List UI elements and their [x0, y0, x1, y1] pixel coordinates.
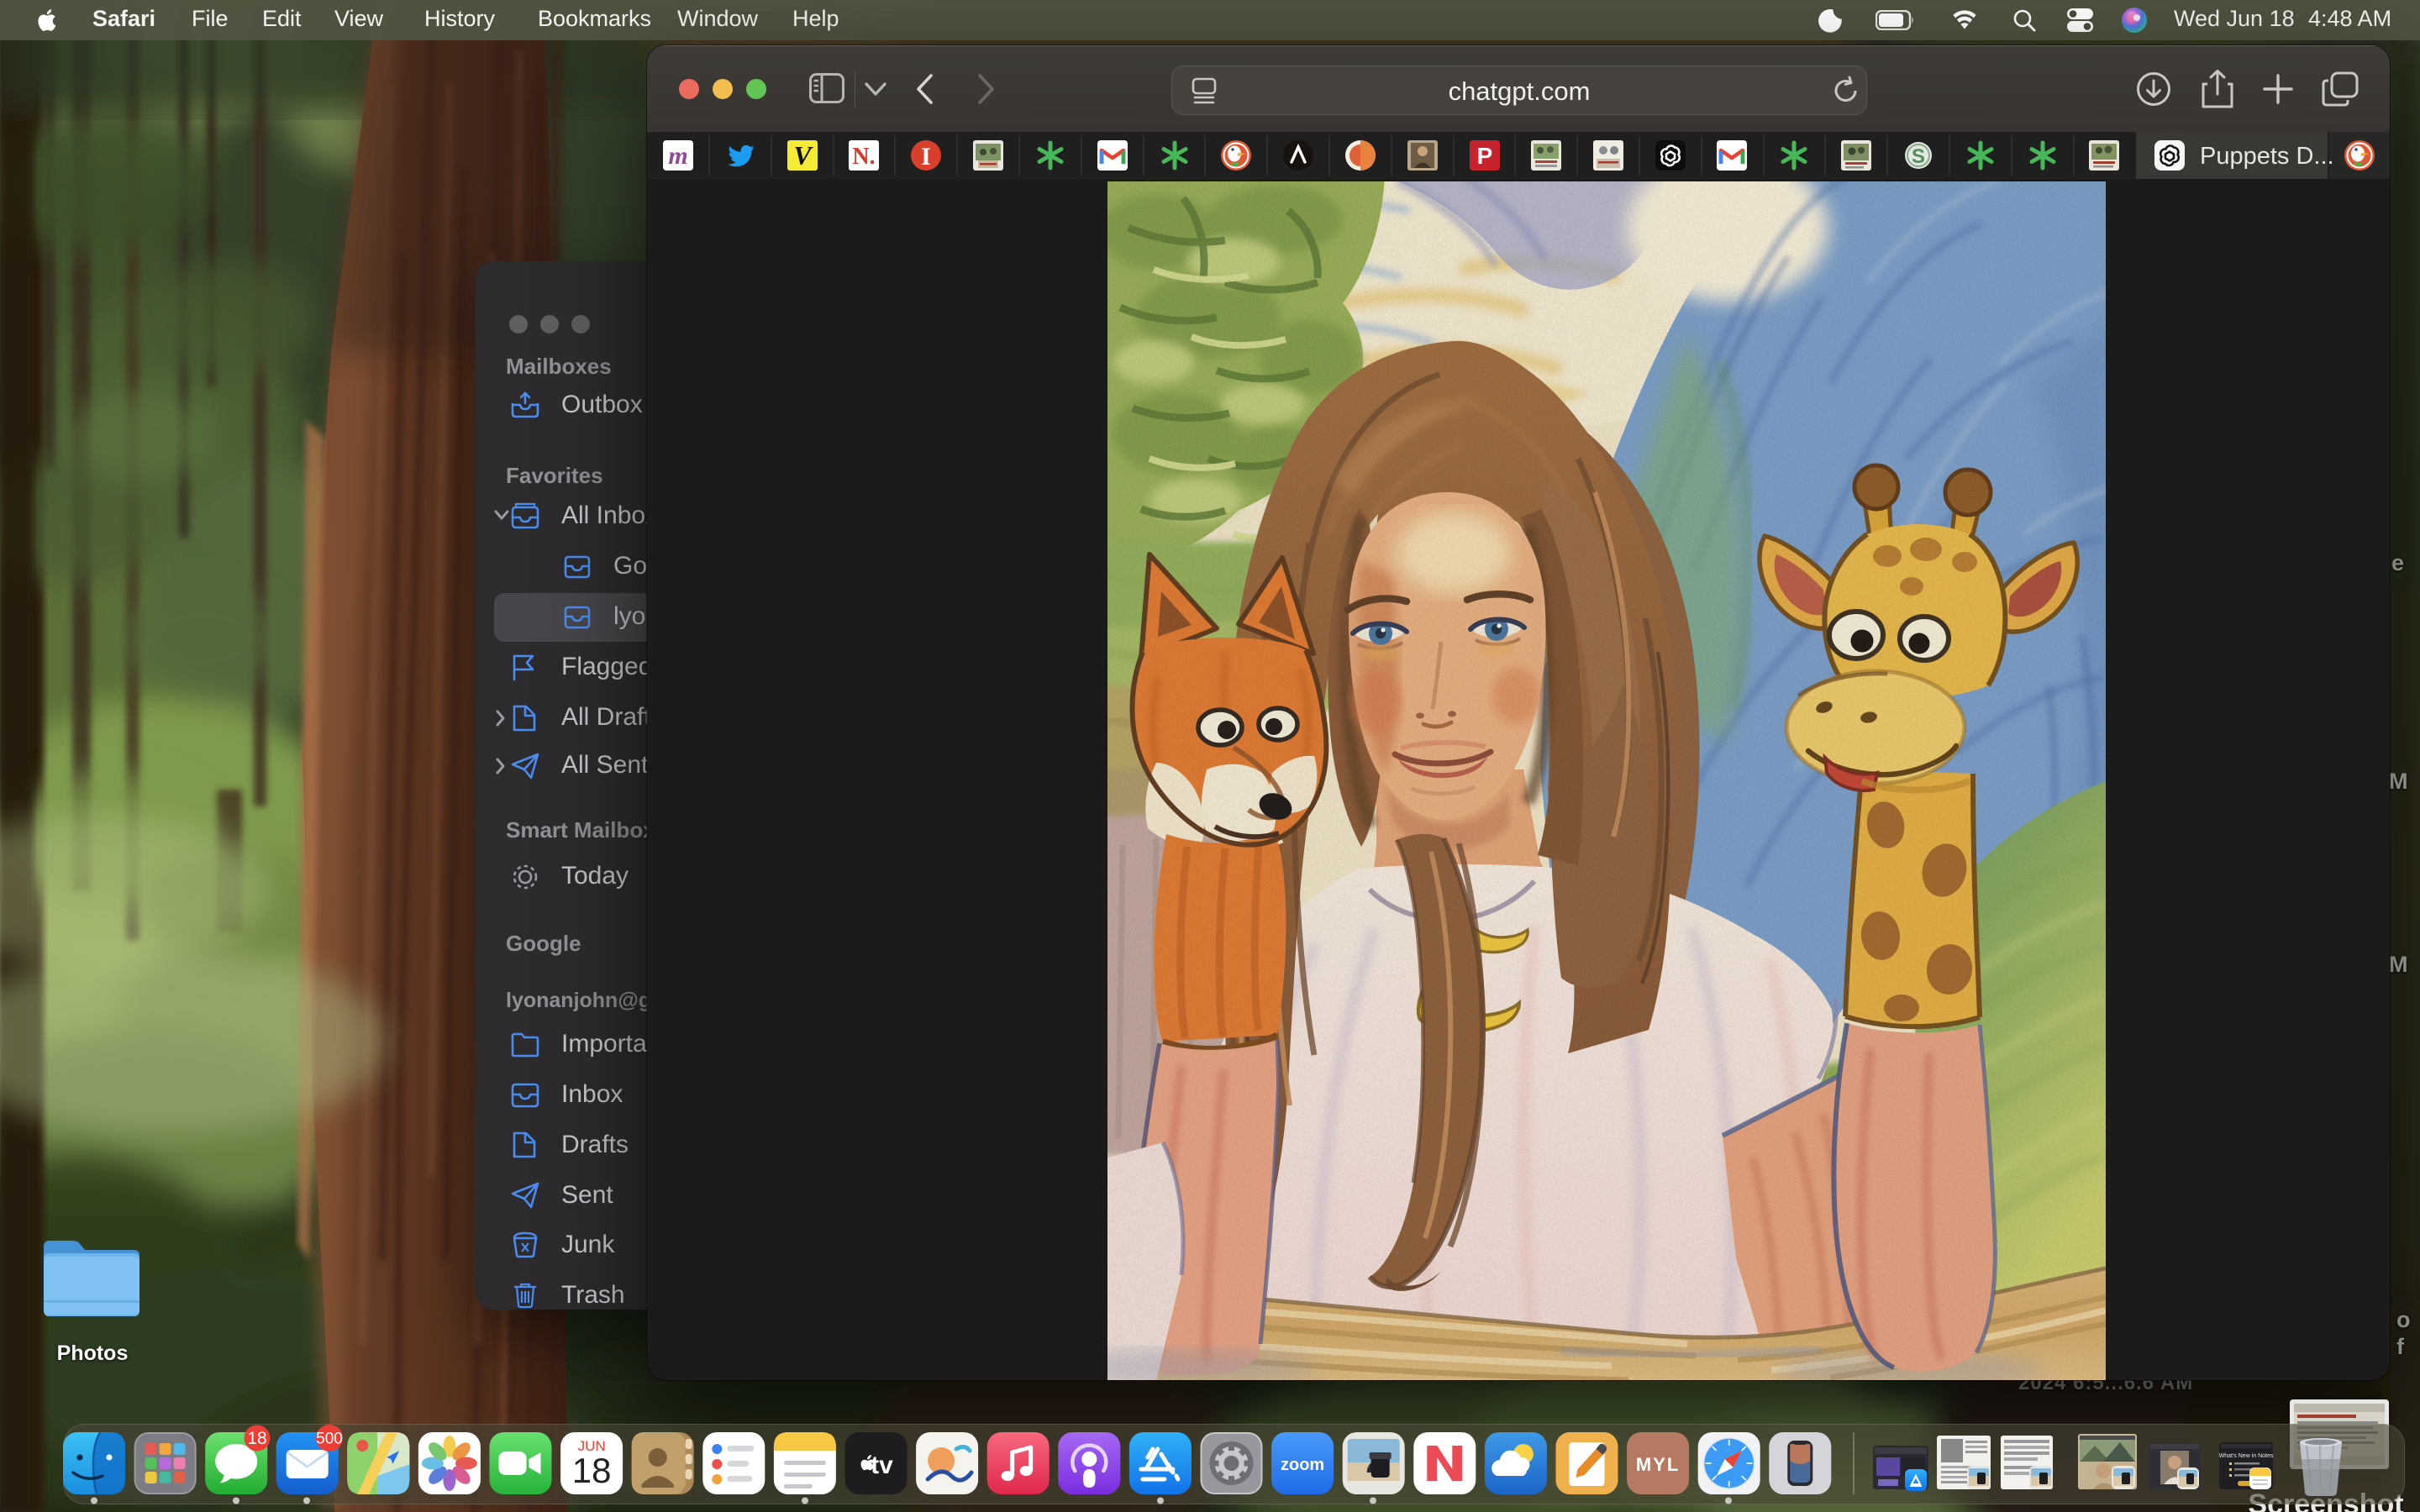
svg-text:N.: N.: [852, 144, 875, 170]
svg-text:zoom: zoom: [1281, 1456, 1324, 1474]
svg-text:MYL: MYL: [1636, 1454, 1680, 1475]
svg-text:I: I: [921, 143, 931, 171]
svg-text:m: m: [668, 142, 687, 170]
svg-text:tv: tv: [871, 1452, 893, 1479]
svg-text:18: 18: [572, 1451, 612, 1490]
svg-text:Puppets D...: Puppets D...: [2200, 143, 2334, 170]
svg-text:18: 18: [247, 1429, 266, 1448]
svg-text:What's New in Notes: What's New in Notes: [2219, 1453, 2274, 1459]
svg-text:500: 500: [316, 1431, 343, 1448]
svg-text:P: P: [1477, 143, 1493, 169]
svg-text:V: V: [793, 140, 813, 171]
svg-text:S: S: [1912, 145, 1925, 168]
